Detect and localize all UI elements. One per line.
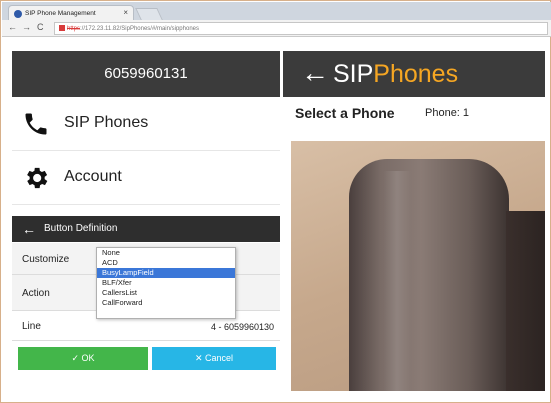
tab-close-icon[interactable]: × (123, 8, 128, 17)
sidebar-item-label: SIP Phones (64, 114, 149, 131)
dropdown-option[interactable]: CallersList (97, 288, 235, 298)
screenshot-frame: SIP Phone Management × ← → C https://172… (0, 0, 551, 403)
sidebar-item-label: Account (64, 168, 122, 185)
back-icon[interactable]: ← (8, 22, 17, 32)
favicon-icon (14, 10, 22, 18)
button-definition-header: ← Button Definition (12, 216, 280, 242)
forward-icon[interactable]: → (22, 22, 31, 32)
url-scheme: https (67, 26, 81, 32)
cancel-button[interactable]: ✕ Cancel (152, 347, 276, 370)
browser-tab-strip: SIP Phone Management × (2, 2, 551, 21)
phone-base-edge (506, 211, 545, 391)
page-title: Select a Phone (295, 105, 395, 121)
ok-button[interactable]: ✓ OK (18, 347, 148, 370)
tab-title: SIP Phone Management (25, 10, 96, 17)
dropdown-option[interactable]: BLF/Xfer (97, 278, 235, 288)
brand-sip: SIP (333, 60, 374, 88)
line-value[interactable]: 4 - 6059960130 (211, 322, 274, 332)
url-path: ://172.23.11.82/SipPhones/#/main/sipphon… (80, 26, 199, 32)
customize-label: Customize (22, 254, 70, 265)
insecure-lock-icon (59, 25, 65, 31)
line-label: Line (22, 321, 41, 332)
user-number: 6059960131 (104, 65, 188, 82)
browser-tab[interactable]: SIP Phone Management × (8, 5, 134, 21)
sidebar: SIP Phones Account ← Button Definition C… (12, 97, 280, 373)
gear-icon (27, 167, 48, 189)
dropdown-option[interactable]: CallForward (97, 298, 235, 308)
dropdown-option[interactable]: ACD (97, 258, 235, 268)
browser-address-bar: ← → C https://172.23.11.82/SipPhones/#/m… (2, 20, 551, 37)
main-content: Select a Phone Phone: 1 (283, 97, 545, 391)
brand-phones: Phones (373, 60, 459, 88)
button-definition-title: Button Definition (44, 223, 118, 234)
app-brand: SIPPhones (333, 59, 458, 89)
phone-number-label: Phone: 1 (425, 107, 470, 119)
phone-icon (25, 113, 47, 135)
reload-icon[interactable]: C (37, 22, 44, 32)
back-arrow-icon[interactable]: ← (301, 58, 329, 88)
new-tab-button[interactable] (135, 8, 163, 20)
dropdown-option[interactable]: None (97, 248, 235, 258)
url-input[interactable]: https://172.23.11.82/SipPhones/#/main/si… (54, 22, 548, 35)
user-number-header: 6059960131 (12, 51, 280, 97)
back-arrow-icon[interactable]: ← (22, 220, 36, 238)
action-dropdown-list[interactable]: None ACD BusyLampField BLF/Xfer CallersL… (96, 247, 236, 319)
handset-highlight (383, 171, 411, 391)
action-label: Action (22, 288, 50, 299)
phone-image[interactable] (291, 141, 545, 391)
handset-shape (349, 159, 509, 391)
sidebar-item-account[interactable]: Account (12, 151, 280, 205)
app-title-bar: ← SIPPhones (283, 51, 545, 97)
sidebar-item-sip-phones[interactable]: SIP Phones (12, 97, 280, 151)
dropdown-option-selected[interactable]: BusyLampField (97, 268, 235, 278)
